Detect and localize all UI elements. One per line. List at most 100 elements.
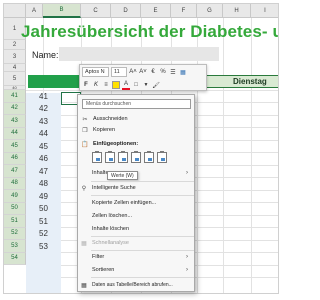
menu-item-clear-contents[interactable]: Inhalte löschen (79, 224, 191, 234)
row-header-47[interactable]: 47 (4, 165, 26, 178)
row-header-44[interactable]: 44 (4, 127, 26, 140)
row-header-46[interactable]: 46 (4, 152, 26, 165)
fill-color-icon (112, 81, 120, 89)
row-header-53[interactable]: 53 (4, 240, 26, 253)
menu-item-insert-copied-cells[interactable]: Kopierte Zellen einfügen... (79, 198, 191, 208)
row-header-41[interactable]: 41 (4, 90, 26, 103)
menu-item-smart-lookup[interactable]: ⚲ Intelligente Suche (79, 183, 191, 193)
week-cell[interactable]: 47 (26, 165, 61, 178)
select-all-corner[interactable] (4, 4, 26, 18)
font-color-button[interactable]: A (122, 80, 130, 90)
week-cell[interactable]: 45 (26, 140, 61, 153)
menu-item-get-data-from-table[interactable]: ▦ Daten aus Tabelle/Bereich abrufen... (79, 280, 193, 290)
menu-item-label: Inhalte löschen (92, 226, 129, 232)
row-header-5[interactable]: 5 (4, 72, 26, 86)
week-cell[interactable]: 51 (26, 215, 61, 228)
column-header-f[interactable]: F (171, 4, 197, 18)
format-table-icon[interactable]: ▦ (179, 67, 187, 77)
row-header-4[interactable]: 4 (4, 64, 26, 72)
currency-format-button[interactable]: € (149, 67, 157, 77)
paste-formatting-icon[interactable] (144, 151, 154, 163)
menu-item-label: Daten aus Tabelle/Bereich abrufen... (92, 282, 173, 288)
column-header-d[interactable]: D (111, 4, 141, 18)
paste-values-icon[interactable] (105, 151, 115, 163)
menu-item-quick-analysis: ▦ Schnellanalyse (79, 238, 191, 248)
paste-link-icon[interactable] (157, 151, 167, 163)
menu-item-cut[interactable]: ✂ Ausschneiden (80, 114, 192, 124)
week-cell[interactable]: 44 (26, 128, 61, 141)
menu-item-filter[interactable]: Filter › (79, 252, 191, 262)
bold-button[interactable]: F (82, 80, 90, 90)
menu-item-delete-cells[interactable]: Zellen löschen... (79, 211, 191, 221)
align-center-button[interactable]: ≡ (102, 80, 110, 90)
paste-transpose-icon[interactable] (131, 151, 141, 163)
font-name-box[interactable]: Aptos N (82, 67, 109, 77)
chevron-right-icon: › (186, 254, 188, 260)
row-header-43[interactable]: 43 (4, 115, 26, 128)
menu-item-label: Sortieren (92, 267, 115, 273)
mini-toolbar: Aptos N 11 A˄ A˅ € % ☰ ▦ F K ≡ A □ ▼ 🖌 (79, 64, 207, 91)
menu-item-label: Intelligente Suche (92, 185, 136, 191)
menu-item-label: Kopierte Zellen einfügen... (92, 200, 157, 206)
row-header-50[interactable]: 50 (4, 202, 26, 215)
menu-item-copy[interactable]: ❐ Kopieren (80, 125, 192, 135)
table-icon: ▦ (81, 282, 87, 289)
week-cell[interactable]: 53 (26, 240, 61, 253)
row-header-42[interactable]: 42 (4, 102, 26, 115)
week-cell[interactable]: 49 (26, 190, 61, 203)
decrease-font-button[interactable]: A˅ (139, 67, 147, 77)
chevron-right-icon: › (186, 267, 188, 273)
dropdown-chevron-icon[interactable]: ▼ (142, 80, 150, 90)
column-header-e[interactable]: E (141, 4, 171, 18)
font-size-box[interactable]: 11 (111, 67, 127, 77)
percent-format-button[interactable]: % (159, 67, 167, 77)
sheet-title: Jahresübersicht der Diabetes- und B (21, 22, 278, 41)
tooltip: Werte (W) (107, 171, 138, 180)
row-header-51[interactable]: 51 (4, 215, 26, 228)
row-header-52[interactable]: 52 (4, 227, 26, 240)
quick-analysis-icon: ▦ (81, 240, 87, 247)
menu-item-label: Zellen löschen... (92, 213, 133, 219)
week-cell[interactable]: 50 (26, 203, 61, 216)
italic-button[interactable]: K (92, 80, 100, 90)
row-header-54[interactable]: 54 (4, 252, 26, 265)
scissors-icon: ✂ (82, 116, 88, 123)
column-header-a[interactable]: A (26, 4, 43, 18)
column-header-c[interactable]: C (81, 4, 111, 18)
weekday-header-dienstag: Dienstag (197, 75, 278, 88)
week-cell[interactable]: 52 (26, 228, 61, 241)
name-input-cell[interactable] (59, 47, 219, 61)
chevron-right-icon: › (186, 170, 188, 176)
week-cell[interactable]: 48 (26, 178, 61, 191)
search-icon: ⚲ (81, 185, 87, 192)
row-header-3[interactable]: 3 (4, 50, 26, 64)
column-header-h[interactable]: H (223, 4, 251, 18)
menu-item-paste-options: 📋 Einfügeoptionen: (80, 139, 192, 149)
paste-formulas-icon[interactable] (118, 151, 128, 163)
week-cell[interactable]: 43 (26, 115, 61, 128)
column-header-i[interactable]: I (251, 4, 278, 18)
row-header-48[interactable]: 48 (4, 177, 26, 190)
context-menu: Menüs durchsuchen ✂ Ausschneiden ❐ Kopie… (77, 94, 195, 292)
menu-item-label: Ausschneiden (93, 116, 128, 122)
row-header-45[interactable]: 45 (4, 140, 26, 153)
paste-icon[interactable] (92, 151, 102, 163)
menu-search-input[interactable]: Menüs durchsuchen (82, 99, 191, 109)
row-header-49[interactable]: 49 (4, 190, 26, 203)
clipboard-icon: 📋 (81, 141, 89, 148)
format-painter-icon[interactable]: 🖌 (152, 80, 160, 90)
fill-color-button[interactable] (112, 80, 120, 90)
name-label: Name: (32, 50, 59, 60)
borders-icon[interactable]: □ (132, 80, 140, 90)
week-cell[interactable]: 41 (26, 90, 61, 103)
comma-style-icon[interactable]: ☰ (169, 67, 177, 77)
increase-font-button[interactable]: A˄ (129, 67, 137, 77)
column-header-b[interactable]: B (43, 4, 81, 18)
column-header-g[interactable]: G (197, 4, 223, 18)
menu-item-label: Schnellanalyse (92, 240, 129, 246)
paste-options-row (92, 151, 167, 164)
menu-item-label: Filter (92, 254, 105, 260)
week-cell[interactable]: 42 (26, 103, 61, 116)
week-cell[interactable]: 46 (26, 153, 61, 166)
menu-item-sort[interactable]: Sortieren › (79, 265, 191, 275)
